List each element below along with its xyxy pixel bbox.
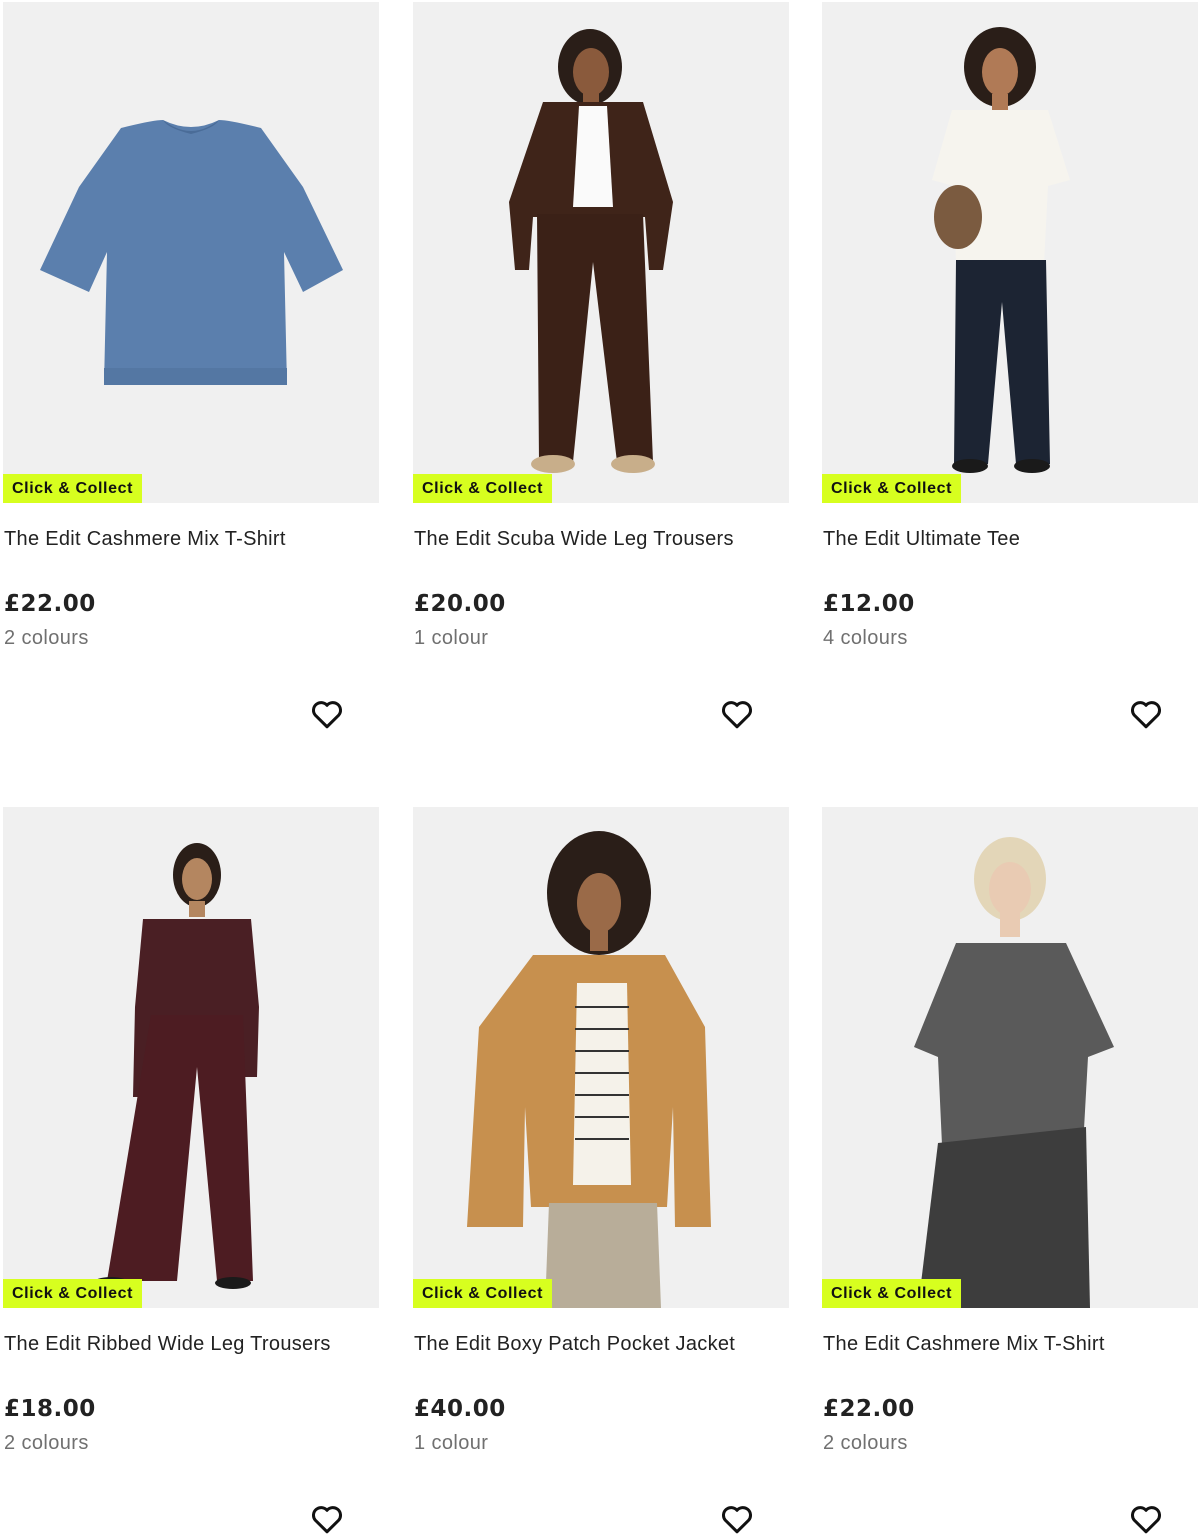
click-collect-badge: Click & Collect — [822, 1279, 962, 1308]
burgundy-ribbed-set-image — [3, 807, 379, 1308]
colour-count: 1 colour — [414, 1432, 489, 1454]
product-title[interactable]: The Edit Cashmere Mix T-Shirt — [823, 1333, 1105, 1356]
wishlist-heart-icon[interactable] — [1128, 696, 1164, 732]
camel-boxy-jacket-image — [413, 807, 789, 1308]
wishlist-heart-icon[interactable] — [309, 696, 345, 732]
product-price: £22.00 — [823, 1396, 915, 1422]
click-collect-badge: Click & Collect — [3, 474, 143, 503]
product-title[interactable]: The Edit Cashmere Mix T-Shirt — [4, 528, 286, 551]
product-image[interactable]: Click & Collect — [3, 807, 379, 1308]
white-tee-navy-trousers-image — [822, 2, 1198, 503]
product-card[interactable]: Click & Collect The Edit Ultimate Tee £1… — [822, 2, 1198, 762]
click-collect-badge: Click & Collect — [413, 1279, 553, 1308]
product-card[interactable]: Click & Collect The Edit Cashmere Mix T-… — [3, 2, 379, 762]
colour-count: 2 colours — [4, 1432, 89, 1454]
product-title[interactable]: The Edit Ribbed Wide Leg Trousers — [4, 1333, 331, 1356]
brown-scuba-set-image — [413, 2, 789, 503]
product-price: £22.00 — [4, 591, 96, 617]
product-image[interactable]: Click & Collect — [413, 2, 789, 503]
product-card[interactable]: Click & Collect The Edit Ribbed Wide Leg… — [3, 807, 379, 1538]
product-image[interactable]: Click & Collect — [3, 2, 379, 503]
product-title[interactable]: The Edit Scuba Wide Leg Trousers — [414, 528, 734, 551]
wishlist-heart-icon[interactable] — [1128, 1501, 1164, 1537]
grey-cashmere-tshirt-image — [822, 807, 1198, 1308]
product-grid: Click & Collect The Edit Cashmere Mix T-… — [0, 0, 1200, 1538]
product-price: £18.00 — [4, 1396, 96, 1422]
product-title[interactable]: The Edit Boxy Patch Pocket Jacket — [414, 1333, 735, 1356]
product-card[interactable]: Click & Collect The Edit Cashmere Mix T-… — [822, 807, 1198, 1538]
click-collect-badge: Click & Collect — [3, 1279, 143, 1308]
blue-cashmere-tshirt-image — [3, 2, 379, 503]
wishlist-heart-icon[interactable] — [719, 1501, 755, 1537]
product-image[interactable]: Click & Collect — [822, 807, 1198, 1308]
product-image[interactable]: Click & Collect — [413, 807, 789, 1308]
colour-count: 2 colours — [4, 627, 89, 649]
product-price: £40.00 — [414, 1396, 506, 1422]
colour-count: 1 colour — [414, 627, 489, 649]
product-card[interactable]: Click & Collect The Edit Scuba Wide Leg … — [413, 2, 789, 762]
wishlist-heart-icon[interactable] — [309, 1501, 345, 1537]
product-title[interactable]: The Edit Ultimate Tee — [823, 528, 1020, 551]
click-collect-badge: Click & Collect — [822, 474, 962, 503]
product-price: £12.00 — [823, 591, 915, 617]
product-price: £20.00 — [414, 591, 506, 617]
colour-count: 4 colours — [823, 627, 908, 649]
product-image[interactable]: Click & Collect — [822, 2, 1198, 503]
colour-count: 2 colours — [823, 1432, 908, 1454]
product-card[interactable]: Click & Collect The Edit Boxy Patch Pock… — [413, 807, 789, 1538]
click-collect-badge: Click & Collect — [413, 474, 553, 503]
wishlist-heart-icon[interactable] — [719, 696, 755, 732]
